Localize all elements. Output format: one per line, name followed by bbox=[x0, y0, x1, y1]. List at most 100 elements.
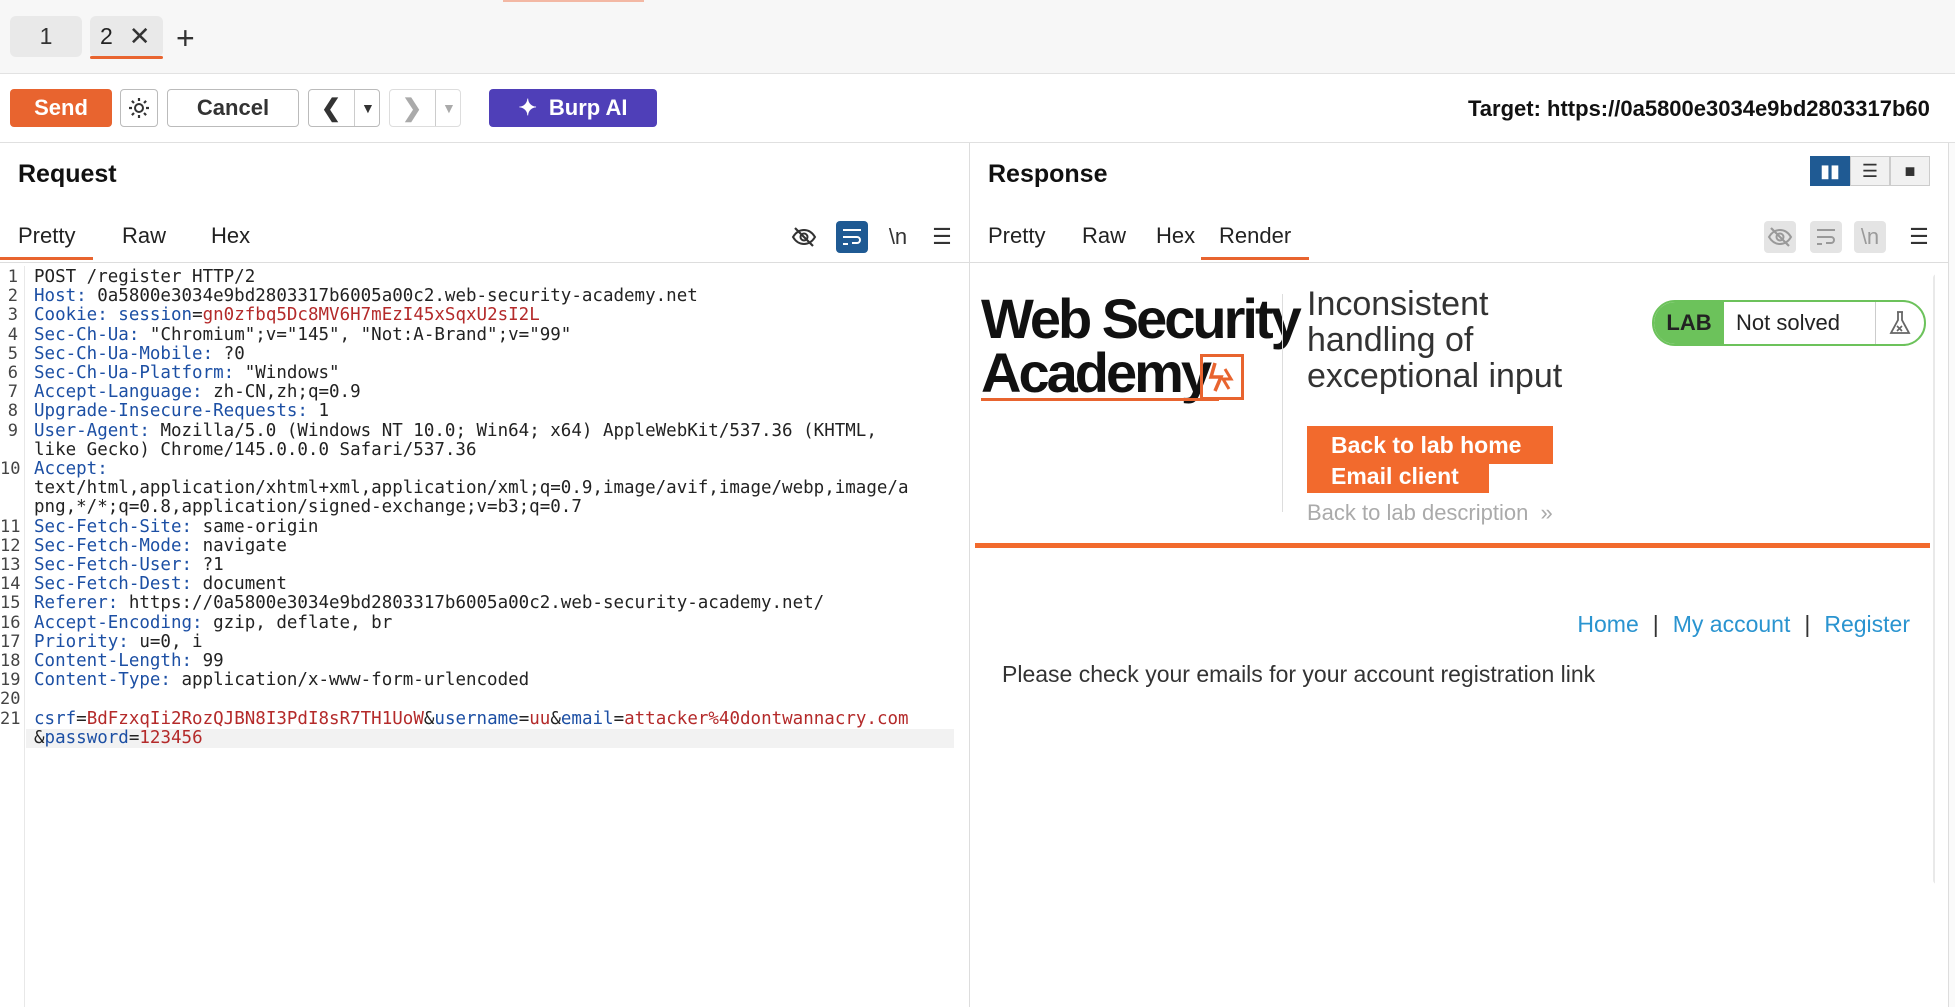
nav-register-link[interactable]: Register bbox=[1824, 611, 1910, 637]
send-button[interactable]: Send bbox=[10, 89, 112, 127]
academy-logo-mark-icon bbox=[1200, 354, 1244, 400]
tabs-divider bbox=[0, 262, 969, 263]
code-line[interactable]: Accept: bbox=[34, 459, 108, 479]
request-editor[interactable]: 1 2 3 4 5 6 7 8 9 10 11 12 13 14 15 16 17 18 19 20 21 POST /… bbox=[0, 266, 969, 1007]
code-token: User-Agent: bbox=[34, 420, 161, 441]
line-number: 7 bbox=[7, 382, 18, 403]
history-forward-button[interactable]: ❯ ▼ bbox=[389, 89, 461, 127]
code-line[interactable]: POST /register HTTP/2 bbox=[34, 267, 255, 287]
code-line[interactable]: Accept-Language: zh-CN,zh;q=0.9 bbox=[34, 383, 361, 402]
code-line[interactable]: Content-Length: 99 bbox=[34, 651, 224, 671]
code-token: = bbox=[613, 708, 625, 729]
hide-eye-icon[interactable] bbox=[788, 221, 820, 253]
code-line[interactable]: Referer: https://0a5800e3034e9bd2803317b… bbox=[34, 594, 824, 613]
nav-separator: | bbox=[1652, 611, 1659, 637]
code-line[interactable]: Sec-Ch-Ua: "Chromium";v="145", "Not:A-Br… bbox=[34, 325, 571, 345]
back-to-lab-description-link[interactable]: Back to lab description » bbox=[1307, 500, 1553, 526]
nav-home-link[interactable]: Home bbox=[1577, 611, 1638, 637]
lab-label: LAB bbox=[1654, 302, 1724, 344]
code-line[interactable]: Priority: u=0, i bbox=[34, 631, 203, 652]
code-line[interactable]: Upgrade-Insecure-Requests: 1 bbox=[34, 402, 329, 421]
code-token: Accept: bbox=[34, 459, 108, 479]
request-toolbar: Send Cancel ❮ ▼ ❯ ▼ ✦ Burp AI Target: ht… bbox=[0, 74, 1955, 143]
code-line[interactable]: text/html,application/xhtml+xml,applicat… bbox=[34, 479, 908, 498]
single-pane-layout-icon[interactable]: ■ bbox=[1890, 156, 1930, 186]
code-line[interactable]: Cookie: session=gn0zfbq5Dc8MV6H7mEzI45xS… bbox=[34, 306, 540, 325]
code-token: ?0 bbox=[223, 343, 245, 364]
code-token: Sec-Fetch-Site: bbox=[34, 516, 203, 537]
tab-hex[interactable]: Hex bbox=[193, 219, 268, 257]
code-line[interactable]: Sec-Fetch-Site: same-origin bbox=[34, 516, 318, 537]
code-token: & bbox=[34, 727, 45, 748]
newline-toggle-icon[interactable]: \n bbox=[882, 221, 914, 253]
tab-pretty[interactable]: Pretty bbox=[970, 219, 1063, 257]
history-back-button[interactable]: ❮ ▼ bbox=[308, 89, 380, 127]
code-token: Sec-Fetch-Dest: bbox=[34, 574, 203, 595]
academy-logo-line2: Academy bbox=[981, 341, 1212, 404]
render-scrollbar[interactable] bbox=[1933, 274, 1935, 884]
tab-label: 1 bbox=[39, 23, 53, 49]
line-number: 3 bbox=[7, 305, 18, 326]
target-url[interactable]: Target: https://0a5800e3034e9bd2803317b6… bbox=[1468, 96, 1930, 122]
burp-ai-button[interactable]: ✦ Burp AI bbox=[489, 89, 657, 127]
plus-icon[interactable]: + bbox=[176, 20, 195, 57]
code-line[interactable]: csrf=BdFzxqIi2RozQJBN8I3PdI8sR7TH1UoW&us… bbox=[34, 708, 909, 729]
code-line[interactable]: Sec-Ch-Ua-Mobile: ?0 bbox=[34, 343, 245, 364]
code-token: BdFzxqIi2RozQJBN8I3PdI8sR7TH1UoW bbox=[86, 708, 424, 729]
code-token: gzip, deflate, br bbox=[213, 612, 393, 633]
code-token: Referer: bbox=[34, 593, 129, 614]
tab-raw[interactable]: Raw bbox=[104, 219, 184, 257]
gear-icon[interactable] bbox=[120, 89, 158, 127]
close-icon[interactable]: ✕ bbox=[129, 21, 151, 52]
request-view-tabs: Pretty Raw Hex bbox=[0, 213, 969, 263]
code-line[interactable]: png,*/*;q=0.8,application/signed-exchang… bbox=[34, 498, 582, 517]
code-line[interactable]: Host: 0a5800e3034e9bd2803317b6005a00c2.w… bbox=[34, 287, 698, 306]
word-wrap-icon[interactable] bbox=[836, 221, 868, 253]
nav-my-account-link[interactable]: My account bbox=[1673, 611, 1791, 637]
hamburger-menu-icon[interactable]: ☰ bbox=[926, 221, 958, 253]
line-number: 15 bbox=[0, 593, 21, 614]
code-token: Content-Length: bbox=[34, 651, 203, 671]
code-token: csrf bbox=[34, 708, 77, 729]
email-client-button[interactable]: Email client bbox=[1307, 459, 1489, 493]
repeater-tab-1[interactable]: 1 bbox=[10, 16, 82, 57]
code-line[interactable]: Accept-Encoding: gzip, deflate, br bbox=[34, 612, 393, 633]
code-token: https://0a5800e3034e9bd2803317b6005a00c2… bbox=[128, 593, 825, 614]
tabs-divider bbox=[970, 262, 1955, 263]
code-token: document bbox=[202, 574, 287, 595]
code-line[interactable]: Sec-Fetch-Mode: navigate bbox=[34, 536, 287, 556]
response-panel: Response ▮▮ ☰ ■ Pretty Raw Hex Render \n… bbox=[970, 143, 1955, 1007]
cancel-button[interactable]: Cancel bbox=[167, 89, 299, 127]
code-token: email bbox=[560, 708, 614, 729]
chevron-left-icon[interactable]: ❮ bbox=[321, 94, 341, 123]
code-line[interactable]: Sec-Fetch-User: ?1 bbox=[34, 555, 224, 575]
chevron-right-icon[interactable]: ❯ bbox=[402, 94, 422, 123]
site-navigation: Home | My account | Register bbox=[1577, 611, 1910, 638]
code-line[interactable]: &password=123456 bbox=[34, 727, 203, 748]
tab-raw[interactable]: Raw bbox=[1064, 219, 1144, 257]
chevron-down-icon[interactable]: ▼ bbox=[442, 100, 456, 116]
tab-pretty[interactable]: Pretty bbox=[0, 219, 94, 260]
line-number: 5 bbox=[7, 343, 18, 364]
word-wrap-icon bbox=[1810, 221, 1842, 253]
code-token: png,*/*;q=0.8,application/signed-exchang… bbox=[34, 497, 582, 518]
code-line[interactable]: User-Agent: Mozilla/5.0 (Windows NT 10.0… bbox=[34, 420, 877, 441]
code-line[interactable]: Sec-Ch-Ua-Platform: "Windows" bbox=[34, 363, 340, 383]
code-line[interactable]: Sec-Fetch-Dest: document bbox=[34, 575, 287, 594]
tab-render[interactable]: Render bbox=[1201, 219, 1310, 260]
split-horizontal-layout-icon[interactable]: ☰ bbox=[1850, 156, 1890, 186]
repeater-tab-2[interactable]: 2 ✕ bbox=[90, 16, 163, 59]
code-token: zh-CN,zh;q=0.9 bbox=[213, 382, 361, 403]
code-token: Upgrade-Insecure-Requests: bbox=[34, 401, 319, 422]
split-vertical-layout-icon[interactable]: ▮▮ bbox=[1810, 156, 1850, 186]
code-token: Priority: bbox=[34, 631, 140, 652]
lab-title: Inconsistent handling of exceptional inp… bbox=[1307, 285, 1563, 395]
line-number: 8 bbox=[7, 401, 18, 422]
code-token: Sec-Ch-Ua-Mobile: bbox=[34, 343, 224, 364]
code-line[interactable]: Content-Type: application/x-www-form-url… bbox=[34, 671, 529, 690]
top-accent-line bbox=[503, 0, 644, 2]
code-token: 0a5800e3034e9bd2803317b6005a00c2.web-sec… bbox=[97, 286, 698, 307]
chevron-down-icon[interactable]: ▼ bbox=[361, 100, 375, 116]
code-line[interactable]: like Gecko) Chrome/145.0.0.0 Safari/537.… bbox=[34, 440, 477, 460]
hamburger-menu-icon[interactable]: ☰ bbox=[1903, 221, 1935, 253]
